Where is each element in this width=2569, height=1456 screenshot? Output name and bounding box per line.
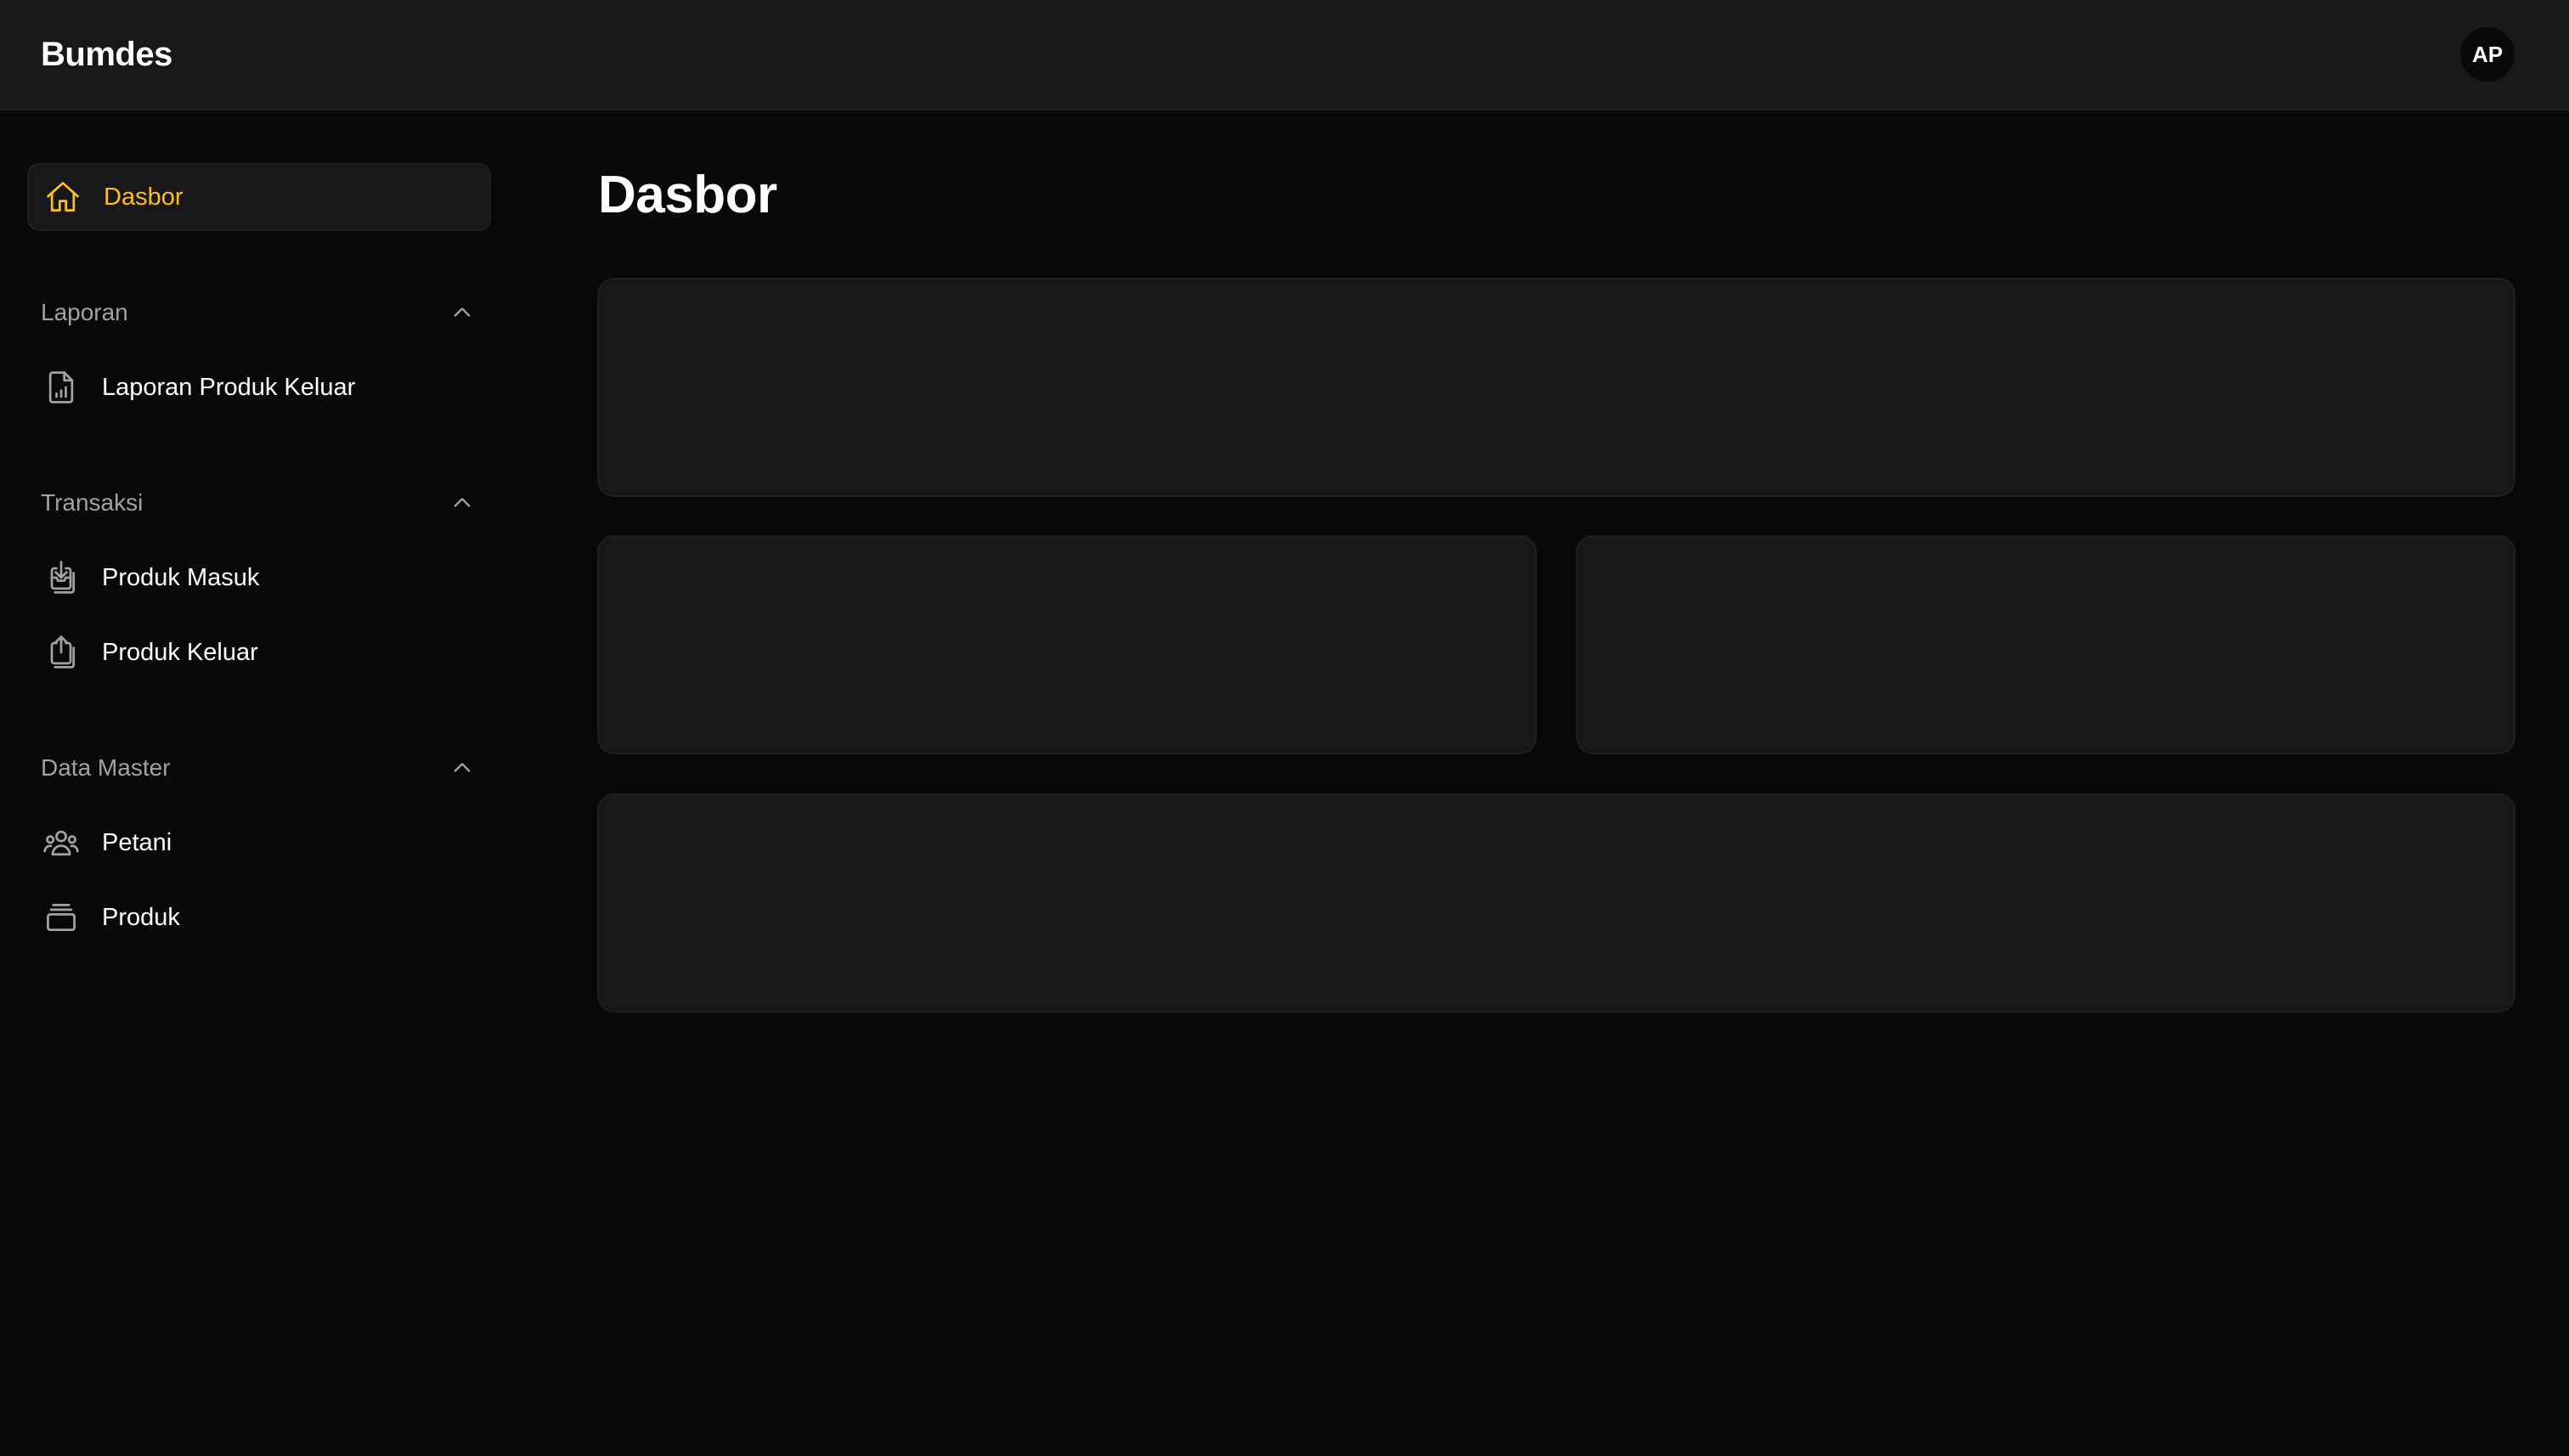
sidebar: Dasbor Laporan Laporan Produk Keluar Tra… bbox=[0, 110, 510, 1456]
sidebar-item-label: Petani bbox=[102, 829, 172, 856]
chevron-up-icon bbox=[450, 301, 474, 324]
sidebar-item-dasbor[interactable]: Dasbor bbox=[27, 163, 491, 231]
section-header-transaksi[interactable]: Transaksi bbox=[41, 484, 474, 522]
dashboard-card bbox=[597, 535, 1537, 754]
sidebar-item-petani[interactable]: Petani bbox=[27, 809, 491, 877]
dashboard-card bbox=[1576, 535, 2515, 754]
inbox-upload-icon bbox=[42, 634, 80, 671]
inbox-download-icon bbox=[42, 559, 80, 596]
file-chart-icon bbox=[42, 369, 80, 406]
chevron-up-icon bbox=[450, 756, 474, 780]
page-title: Dasbor bbox=[598, 166, 777, 224]
sidebar-item-produk-keluar[interactable]: Produk Keluar bbox=[27, 618, 491, 686]
section-title: Data Master bbox=[41, 754, 171, 781]
user-avatar[interactable]: AP bbox=[2460, 27, 2515, 82]
chevron-up-icon bbox=[450, 491, 474, 515]
sidebar-item-label: Laporan Produk Keluar bbox=[102, 374, 356, 401]
home-icon bbox=[44, 178, 82, 216]
section-title: Transaksi bbox=[41, 489, 144, 516]
dashboard-card bbox=[597, 793, 2515, 1013]
section-title: Laporan bbox=[41, 299, 128, 325]
sidebar-item-label: Produk bbox=[102, 904, 180, 931]
dashboard-card bbox=[597, 278, 2515, 497]
sidebar-item-produk[interactable]: Produk bbox=[27, 883, 491, 951]
brand-title[interactable]: Bumdes bbox=[41, 32, 172, 76]
section-header-data-master[interactable]: Data Master bbox=[41, 749, 474, 787]
top-bar: Bumdes AP bbox=[0, 0, 2569, 110]
users-icon bbox=[42, 824, 80, 861]
sidebar-item-label: Produk Keluar bbox=[102, 639, 258, 666]
sidebar-item-label: Produk Masuk bbox=[102, 564, 260, 591]
sidebar-item-produk-masuk[interactable]: Produk Masuk bbox=[27, 544, 491, 612]
box-icon bbox=[42, 899, 80, 936]
sidebar-item-laporan-produk-keluar[interactable]: Laporan Produk Keluar bbox=[27, 353, 491, 421]
sidebar-item-label: Dasbor bbox=[104, 183, 184, 211]
section-header-laporan[interactable]: Laporan bbox=[41, 294, 474, 331]
